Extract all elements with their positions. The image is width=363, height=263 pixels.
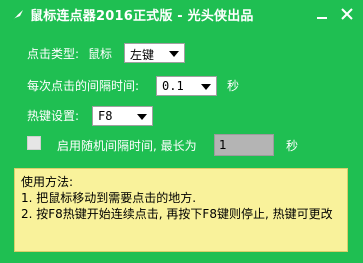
chevron-down-icon — [201, 84, 211, 90]
random-max-input[interactable]: 1 — [214, 134, 274, 156]
hotkey-select[interactable]: F8 — [92, 106, 153, 126]
main-window: 鼠标连点器2016正式版 - 光头侠出品 点击类型: 鼠标 左键 每次点击的间隔… — [0, 0, 363, 263]
random-max-value: 1 — [219, 138, 227, 152]
feather-icon — [11, 10, 23, 21]
random-unit: 秒 — [286, 139, 299, 153]
title-bar[interactable]: 鼠标连点器2016正式版 - 光头侠出品 — [0, 0, 363, 30]
hotkey-label: 热键设置: — [27, 109, 80, 123]
click-type-sub-label: 鼠标 — [88, 47, 113, 61]
usage-help-panel: 使用方法: 1. 把鼠标移动到需要点击的地方. 2. 按F8热键开始连续点击, … — [14, 168, 348, 252]
help-step-2: 2. 按F8热键开始连续点击, 再按下F8键则停止, 热键可更改 — [21, 207, 333, 221]
chevron-down-icon — [169, 51, 179, 57]
click-type-select[interactable]: 左键 — [124, 43, 185, 63]
help-title: 使用方法: — [21, 175, 74, 189]
random-interval-label: 启用随机间隔时间, 最长为 — [57, 139, 197, 153]
interval-label: 每次点击的间隔时间: — [27, 79, 140, 93]
help-step-1: 1. 把鼠标移动到需要点击的地方. — [21, 191, 197, 205]
interval-value: 0.1 — [162, 79, 184, 93]
click-type-label: 点击类型: — [27, 47, 80, 61]
interval-select[interactable]: 0.1 — [156, 76, 217, 96]
click-type-value: 左键 — [130, 48, 155, 62]
interval-unit: 秒 — [227, 79, 240, 93]
chevron-down-icon — [137, 114, 147, 120]
minimize-icon[interactable] — [313, 6, 331, 22]
random-interval-checkbox[interactable] — [27, 136, 41, 150]
close-icon[interactable] — [338, 6, 356, 22]
window-title: 鼠标连点器2016正式版 - 光头侠出品 — [30, 9, 254, 24]
hotkey-value: F8 — [98, 109, 113, 123]
